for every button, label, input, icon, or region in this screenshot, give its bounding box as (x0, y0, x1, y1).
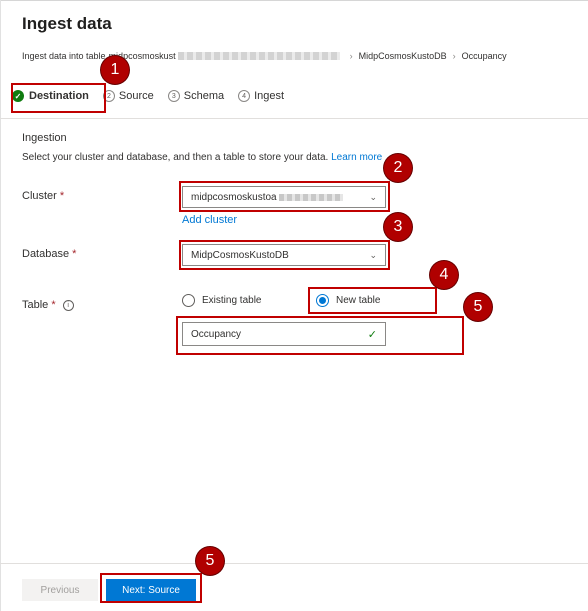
tab-source[interactable]: 2 Source (102, 90, 154, 102)
annotation-badge-4: 4 (430, 261, 458, 289)
highlight-box-database (179, 240, 390, 270)
table-label-text: Table (22, 299, 49, 311)
info-icon[interactable]: i (62, 299, 74, 311)
chevron-right-icon: › (452, 51, 456, 61)
left-border (0, 0, 1, 611)
required-marker: * (72, 248, 77, 260)
highlight-box-table-name (176, 316, 464, 355)
annotation-badge-1: 1 (101, 56, 129, 84)
page-title: Ingest data (22, 14, 112, 33)
add-cluster-link[interactable]: Add cluster (182, 214, 237, 226)
divider (0, 118, 588, 119)
annotation-badge-3: 3 (384, 213, 412, 241)
existing-table-radio[interactable]: Existing table (182, 294, 261, 307)
top-border (0, 0, 588, 1)
section-title: Ingestion (22, 132, 67, 144)
database-label-text: Database (22, 248, 70, 260)
table-label: Table * i (22, 299, 74, 311)
tab-ingest[interactable]: 4 Ingest (238, 90, 284, 102)
previous-button[interactable]: Previous (22, 579, 98, 601)
breadcrumb-table: Occupancy (461, 51, 507, 61)
breadcrumb: Ingest data into table midpcosmoskust › … (22, 51, 507, 61)
tab-label: Ingest (254, 90, 285, 102)
required-marker: * (59, 190, 65, 202)
step-number-icon: 4 (238, 90, 251, 102)
cluster-label-text: Cluster (22, 190, 57, 202)
redacted-text (177, 52, 340, 60)
annotation-badge-5: 5 (196, 547, 224, 575)
breadcrumb-database: MidpCosmosKustoDB (358, 51, 447, 61)
section-description: Select your cluster and database, and th… (22, 152, 382, 163)
highlight-box-new-table (308, 287, 437, 314)
database-label: Database * (22, 248, 76, 260)
tab-schema[interactable]: 3 Schema (167, 90, 225, 102)
radio-label: Existing table (202, 295, 262, 306)
step-number-icon: 3 (167, 90, 180, 102)
radio-circle-icon (182, 294, 195, 307)
learn-more-link[interactable]: Learn more (331, 152, 382, 163)
cluster-label: Cluster * (22, 190, 64, 202)
tab-label: Schema (183, 90, 225, 102)
tab-label: Source (118, 90, 154, 102)
chevron-right-icon: › (349, 51, 353, 61)
breadcrumb-prefix: Ingest data into table (22, 51, 106, 61)
annotation-badge-2: 2 (384, 154, 412, 182)
highlight-box-destination (11, 83, 106, 113)
highlight-box-next (100, 573, 202, 603)
footer-divider (0, 563, 588, 564)
highlight-box-cluster (179, 181, 390, 212)
required-marker: * (51, 299, 56, 311)
description-text: Select your cluster and database, and th… (22, 152, 329, 163)
annotation-badge-5: 5 (464, 293, 492, 321)
